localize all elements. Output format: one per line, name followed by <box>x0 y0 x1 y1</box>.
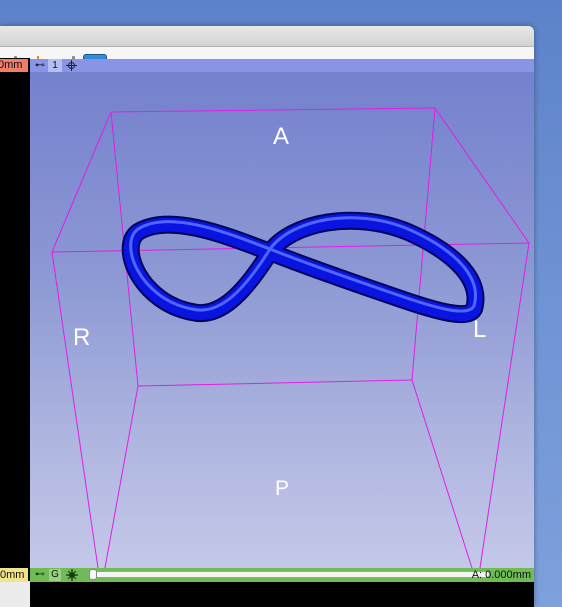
curve-model <box>121 211 485 324</box>
bounding-box <box>51 107 530 568</box>
bottom-slice-view[interactable] <box>30 582 534 607</box>
orientation-label-right: R <box>73 324 91 351</box>
slider-handle[interactable] <box>89 569 97 580</box>
visibility-icon[interactable] <box>66 569 78 581</box>
view-3d-canvas[interactable]: A R L P <box>30 72 534 568</box>
pin-icon[interactable]: ⊷ <box>34 568 46 582</box>
view-3d-controller-bar: ⊷ 1 <box>30 59 534 72</box>
orientation-label-posterior: P <box>275 477 290 500</box>
orientation-label-left: L <box>473 316 487 343</box>
slice-offset-value: A: 0.000mm <box>471 569 531 581</box>
left-slice-view[interactable] <box>0 58 30 581</box>
pin-icon[interactable]: ⊷ <box>34 59 46 72</box>
view-number-label: 1 <box>48 59 62 72</box>
orientation-label-anterior: A <box>273 123 290 150</box>
center-view-icon[interactable] <box>66 60 77 71</box>
slice-offset-label: 0mm <box>0 568 28 582</box>
link-toggle-button[interactable]: G <box>49 569 61 581</box>
slice-offset-slider[interactable] <box>88 569 490 580</box>
slice-controller-bar: ⊷ G A: 0.000mm <box>30 568 534 582</box>
slice-offset-label: 0mm <box>0 59 28 72</box>
window-titlebar[interactable] <box>0 26 534 47</box>
